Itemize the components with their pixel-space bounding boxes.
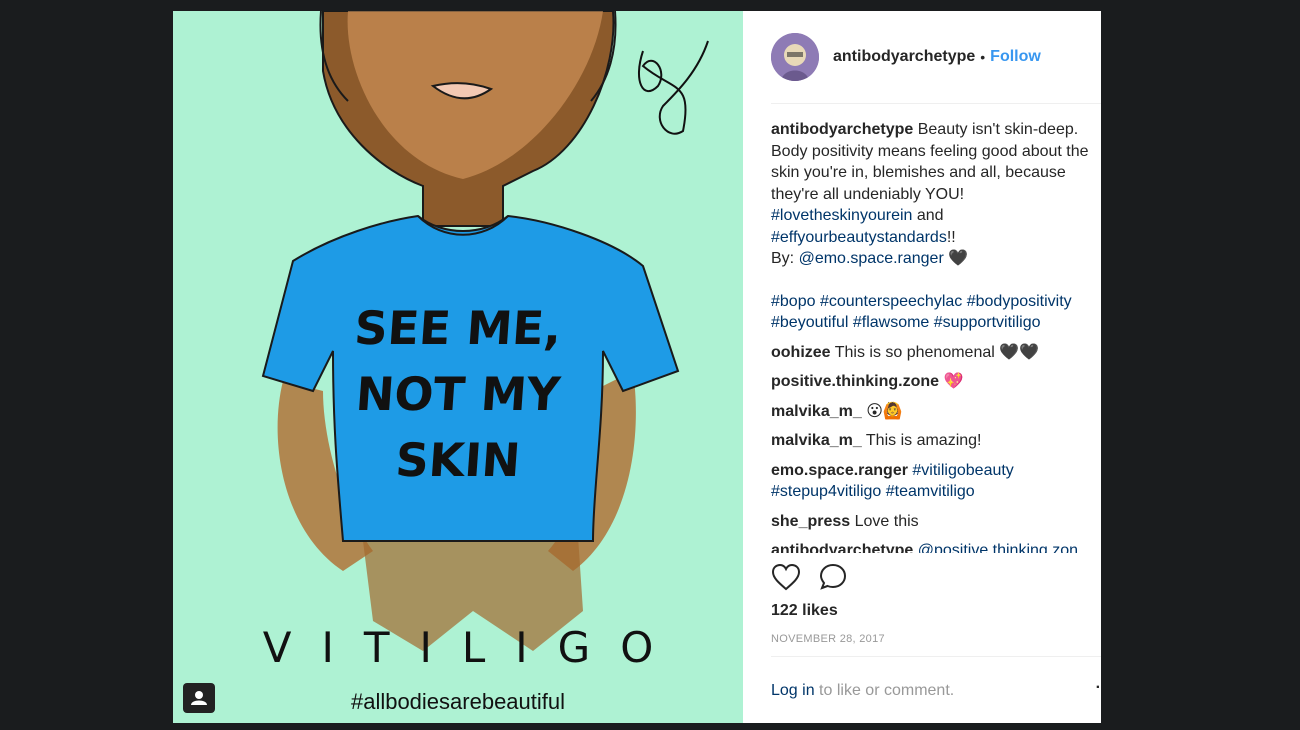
image-title: VITILIGO [262, 623, 684, 672]
avatar[interactable] [771, 33, 819, 81]
comment-username[interactable]: she_press [771, 513, 850, 530]
comment-text: This is so phenomenal 🖤🖤 [834, 343, 1040, 361]
comment-item: oohizee This is so phenomenal 🖤🖤 [771, 342, 1091, 364]
post-image[interactable]: SEE ME, NOT MY SKIN VITILIGO #allbodiesa… [173, 11, 743, 723]
comment-username[interactable]: positive.thinking.zone [771, 373, 939, 390]
comment-username[interactable]: emo.space.ranger [771, 462, 908, 479]
comment-username[interactable]: malvika_m_ [771, 403, 862, 420]
comment-item: malvika_m_ This is amazing! [771, 430, 1091, 452]
caption-exclaim: !! [946, 228, 956, 246]
header-username[interactable]: antibodyarchetype [833, 48, 975, 66]
more-options-icon[interactable]: · [1096, 679, 1101, 697]
comment-item: emo.space.ranger #vitiligobeauty #stepup… [771, 460, 1091, 503]
login-rest: to like or comment. [819, 682, 955, 699]
heart-icon[interactable] [771, 563, 801, 596]
hashtag-link[interactable]: #supportvitiligo [934, 314, 1041, 331]
caption-and: and [916, 207, 944, 224]
hashtag-link[interactable]: #vitiligobeauty [912, 462, 1013, 479]
likes-count[interactable]: 122 likes [771, 602, 838, 620]
caption-by: By: [771, 250, 795, 267]
hashtag-link[interactable]: #counterspeechylac [820, 293, 962, 310]
shirt-text-line2: NOT MY [354, 367, 562, 421]
comment-username[interactable]: malvika_m_ [771, 432, 862, 449]
instagram-post: SEE ME, NOT MY SKIN VITILIGO #allbodiesa… [173, 11, 1101, 723]
mention-link[interactable]: @emo.space.ranger [799, 250, 944, 267]
hashtag-link[interactable]: #effyourbeautystandards [771, 229, 947, 246]
post-header: antibodyarchetype • Follow [771, 11, 1101, 104]
comment-text: Love this [854, 512, 919, 530]
comment-item: malvika_m_ 😮🙆 [771, 401, 1091, 423]
divider [771, 656, 1101, 657]
hashtag-link[interactable]: #bopo [771, 293, 816, 310]
comment-item: positive.thinking.zone 💖 [771, 371, 1091, 393]
user-tag-icon[interactable] [183, 683, 215, 713]
comment-username[interactable]: antibodyarchetype [771, 542, 913, 553]
comment-text: 😮🙆 [866, 402, 903, 420]
hashtag-link[interactable]: #teamvitiligo [886, 483, 975, 500]
comment-text: 💖 [943, 373, 964, 390]
caption: antibodyarchetype Beauty isn't skin-deep… [771, 119, 1091, 334]
login-prompt: Log in to like or comment. [771, 682, 954, 700]
shirt-text-line3: SKIN [393, 433, 523, 487]
hashtag-link[interactable]: #stepup4vitiligo [771, 483, 881, 500]
post-sidebar: antibodyarchetype • Follow antibodyarche… [743, 11, 1101, 723]
follow-button[interactable]: Follow [990, 48, 1041, 66]
login-link[interactable]: Log in [771, 682, 815, 699]
post-date: NOVEMBER 28, 2017 [771, 633, 885, 645]
comment-text: This is amazing! [865, 432, 982, 449]
mention-link[interactable]: @positive.thinking.zon [918, 542, 1078, 553]
comment-item: she_press Love this [771, 511, 1091, 533]
comment-icon[interactable] [819, 563, 849, 596]
comment-item: antibodyarchetype @positive.thinking.zon [771, 540, 1091, 553]
shirt-text-line1: SEE ME, [352, 301, 564, 355]
heart-emoji: 🖤 [948, 250, 969, 267]
hashtag-link[interactable]: #beyoutiful [771, 314, 848, 331]
hashtag-link[interactable]: #flawsome [853, 314, 929, 331]
caption-username[interactable]: antibodyarchetype [771, 121, 913, 138]
comments-list[interactable]: antibodyarchetype Beauty isn't skin-deep… [771, 119, 1091, 553]
comment-username[interactable]: oohizee [771, 344, 831, 361]
hashtag-link[interactable]: #bodypositivity [967, 293, 1072, 310]
image-hashtag: #allbodiesarebeautiful [350, 689, 566, 714]
hashtag-link[interactable]: #lovetheskinyourein [771, 207, 912, 224]
separator-dot: • [980, 49, 986, 65]
post-actions [771, 563, 849, 596]
caption-hashtags: #bopo #counterspeechylac #bodypositivity… [771, 291, 1091, 334]
